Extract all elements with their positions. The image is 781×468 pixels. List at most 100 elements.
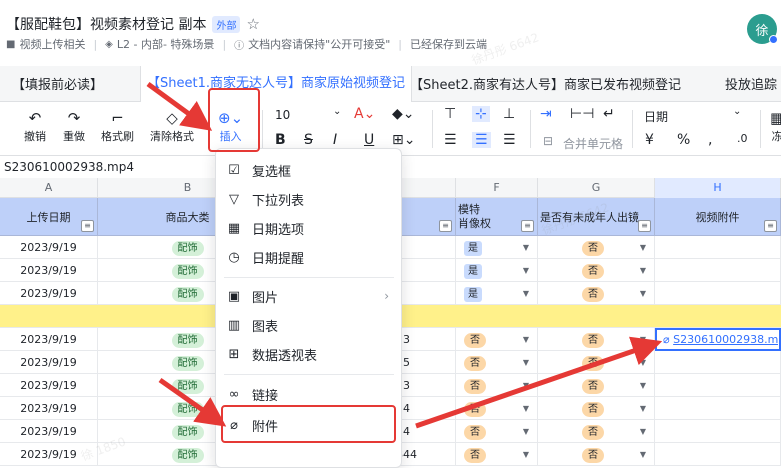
star-icon[interactable]: ☆: [246, 15, 259, 33]
redo-button[interactable]: ↷ 重做: [63, 108, 85, 144]
cell-upload-date[interactable]: 2023/9/19: [0, 351, 98, 374]
cell-video-attachment[interactable]: [655, 236, 781, 259]
dropdown-arrow-icon[interactable]: ▼: [640, 397, 646, 420]
cell-video-attachment[interactable]: [655, 259, 781, 282]
filter-icon[interactable]: ≡: [764, 220, 777, 232]
align-center-icon[interactable]: ☰: [472, 132, 491, 148]
cell-minor-appearance[interactable]: 否 ▼: [538, 374, 655, 397]
attachment-link[interactable]: S230610002938.mp4: [673, 333, 780, 346]
menu-item-dropdown-list[interactable]: ▽ 下拉列表: [216, 186, 401, 212]
menu-item-date-option[interactable]: ▦ 日期选项: [216, 215, 401, 241]
dropdown-arrow-icon[interactable]: ▼: [640, 259, 646, 282]
tab-sheet1[interactable]: 【Sheet1.商家无达人号】商家原始视频登记: [140, 66, 412, 102]
cell-video-attachment[interactable]: [655, 397, 781, 420]
currency-button[interactable]: ¥: [645, 132, 654, 148]
align-left-icon[interactable]: ☰: [444, 132, 457, 148]
strikethrough-icon[interactable]: S: [304, 132, 313, 148]
cell-model-portrait[interactable]: 是 ▼: [456, 236, 538, 259]
align-middle-icon[interactable]: ⊹: [472, 106, 490, 122]
header-minor-appearance[interactable]: 是否有未成年人出镜 ≡: [538, 198, 655, 236]
cell-minor-appearance[interactable]: 否 ▼: [538, 259, 655, 282]
cell-video-attachment[interactable]: [655, 351, 781, 374]
cell-minor-appearance[interactable]: 否 ▼: [538, 443, 655, 466]
thousands-separator-button[interactable]: ,: [708, 132, 712, 148]
menu-item-pivot-table[interactable]: ⊞ 数据透视表: [216, 341, 401, 367]
cell-minor-appearance[interactable]: 否 ▼: [538, 397, 655, 420]
menu-item-link[interactable]: ∞ 链接: [216, 381, 401, 407]
cell-video-attachment[interactable]: [655, 420, 781, 443]
underline-icon[interactable]: U: [364, 132, 374, 148]
dropdown-arrow-icon[interactable]: ▼: [640, 282, 646, 305]
cell-model-portrait[interactable]: 否 ▼: [456, 397, 538, 420]
header-video-attachment[interactable]: 视频附件 ≡: [655, 198, 781, 236]
align-bottom-icon[interactable]: ⊥: [503, 106, 515, 122]
cell-video-attachment[interactable]: [655, 443, 781, 466]
filter-icon[interactable]: ≡: [638, 220, 651, 232]
column-h-letter[interactable]: H: [655, 178, 781, 198]
dropdown-arrow-icon[interactable]: ▼: [523, 397, 529, 420]
cell-minor-appearance[interactable]: 否 ▼: [538, 420, 655, 443]
cell-video-attachment[interactable]: [655, 374, 781, 397]
border-icon[interactable]: ⊞⌄: [392, 132, 415, 148]
font-color-icon[interactable]: A⌄: [354, 106, 375, 122]
menu-item-chart[interactable]: ▥ 图表: [216, 312, 401, 338]
bold-icon[interactable]: B: [275, 132, 286, 148]
column-g-letter[interactable]: G: [538, 178, 655, 198]
cell-upload-date[interactable]: 2023/9/19: [0, 259, 98, 282]
format-painter-button[interactable]: ⌐ 格式刷: [101, 108, 134, 144]
dropdown-arrow-icon[interactable]: ▼: [640, 328, 646, 351]
number-format-chevron-icon[interactable]: ⌄: [733, 106, 741, 117]
italic-icon[interactable]: I: [333, 132, 337, 148]
dropdown-arrow-icon[interactable]: ▼: [523, 328, 529, 351]
cell-model-portrait[interactable]: 否 ▼: [456, 374, 538, 397]
cell-model-portrait[interactable]: 是 ▼: [456, 282, 538, 305]
header-model-portrait[interactable]: 模特 肖像权 ≡: [456, 198, 538, 236]
cell-upload-date[interactable]: 2023/9/19: [0, 328, 98, 351]
dropdown-arrow-icon[interactable]: ▼: [640, 374, 646, 397]
cell-minor-appearance[interactable]: 否 ▼: [538, 236, 655, 259]
column-a-letter[interactable]: A: [0, 178, 98, 198]
cell-upload-date[interactable]: 2023/9/19: [0, 282, 98, 305]
header-upload-date[interactable]: 上传日期 ≡: [0, 198, 98, 236]
cell-upload-date[interactable]: 2023/9/19: [0, 236, 98, 259]
menu-item-checkbox[interactable]: ☑ 复选框: [216, 157, 401, 183]
number-format-select[interactable]: 日期: [644, 108, 668, 125]
meta-security[interactable]: L2 - 内部- 特殊场景: [117, 36, 215, 52]
font-size-select[interactable]: 10: [275, 108, 290, 122]
cell-model-portrait[interactable]: 否 ▼: [456, 328, 538, 351]
cell-minor-appearance[interactable]: 否 ▼: [538, 328, 655, 351]
cell-upload-date[interactable]: 2023/9/19: [0, 420, 98, 443]
tab-read-first[interactable]: 【填报前必读】: [12, 74, 103, 93]
column-f-letter[interactable]: F: [456, 178, 538, 198]
dropdown-arrow-icon[interactable]: ▼: [523, 443, 529, 466]
dropdown-arrow-icon[interactable]: ▼: [523, 374, 529, 397]
dropdown-arrow-icon[interactable]: ▼: [640, 420, 646, 443]
filter-icon[interactable]: ≡: [521, 220, 534, 232]
cell-minor-appearance[interactable]: 否 ▼: [538, 351, 655, 374]
cell-video-attachment[interactable]: ⌀ S230610002938.mp4: [655, 328, 781, 351]
overflow-icon[interactable]: ⊢⊣: [570, 106, 594, 122]
fill-color-icon[interactable]: ◆⌄: [392, 106, 415, 122]
dropdown-arrow-icon[interactable]: ▼: [523, 259, 529, 282]
freeze-button[interactable]: ▦ 冻: [770, 108, 781, 144]
filter-icon[interactable]: ≡: [439, 220, 452, 232]
doc-title[interactable]: 【服配鞋包】视频素材登记 副本: [6, 14, 206, 34]
align-top-icon[interactable]: ⊤: [444, 106, 456, 122]
chevron-down-icon[interactable]: ⌄: [333, 106, 341, 117]
cell-upload-date[interactable]: 2023/9/19: [0, 397, 98, 420]
menu-item-image[interactable]: ▣ 图片 ›: [216, 283, 401, 309]
clip-icon[interactable]: ↵: [603, 106, 615, 122]
cell-model-portrait[interactable]: 否 ▼: [456, 443, 538, 466]
avatar[interactable]: 徐: [747, 14, 778, 44]
wrap-text-icon[interactable]: ⇥: [540, 106, 552, 122]
decimal-decrease-icon[interactable]: .0: [737, 132, 748, 145]
menu-item-date-reminder[interactable]: ◷ 日期提醒: [216, 244, 401, 270]
cell-model-portrait[interactable]: 是 ▼: [456, 259, 538, 282]
dropdown-arrow-icon[interactable]: ▼: [523, 351, 529, 374]
tab-sheet2[interactable]: 【Sheet2.商家有达人号】商家已发布视频登记: [410, 74, 681, 93]
filter-icon[interactable]: ≡: [81, 220, 94, 232]
undo-button[interactable]: ↶ 撤销: [24, 108, 46, 144]
clear-format-button[interactable]: ◇ 清除格式: [150, 108, 194, 144]
dropdown-arrow-icon[interactable]: ▼: [640, 351, 646, 374]
cell-model-portrait[interactable]: 否 ▼: [456, 420, 538, 443]
